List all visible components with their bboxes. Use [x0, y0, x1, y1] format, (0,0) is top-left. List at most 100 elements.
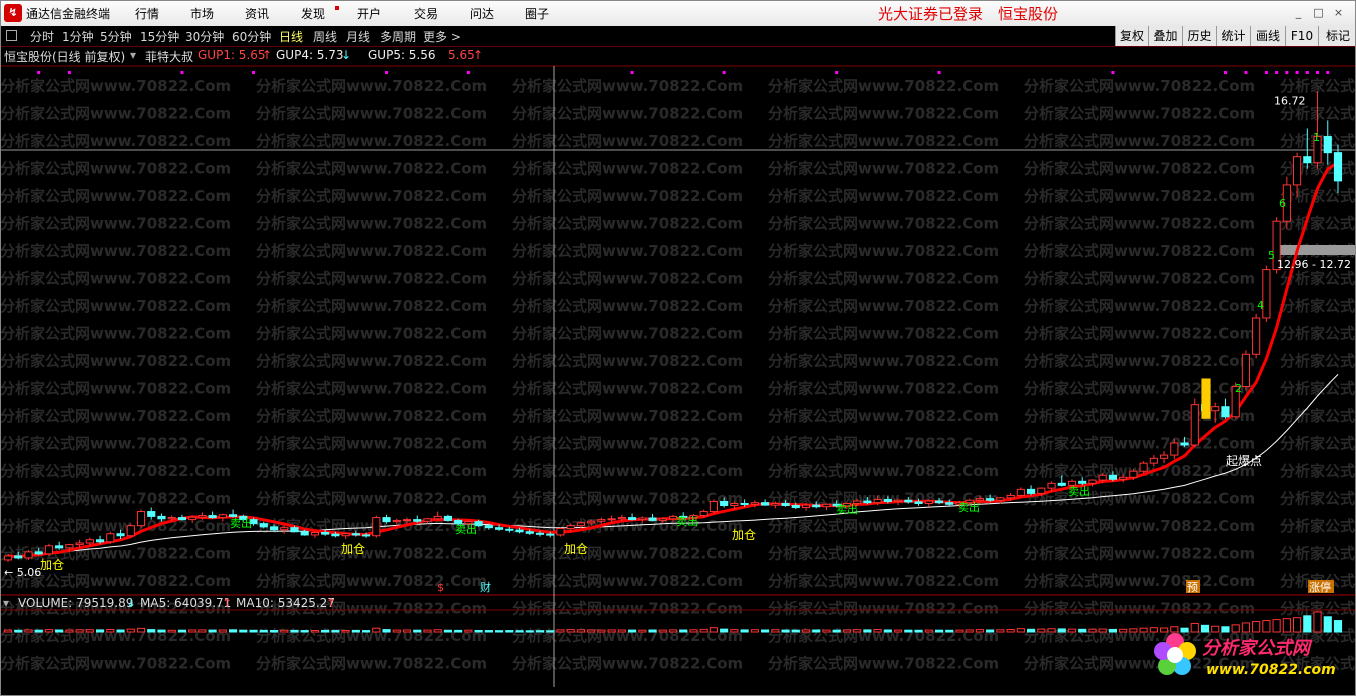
watermark-text: 分析家公式网www.70822.Com [768, 132, 999, 150]
candle-body [1016, 488, 1025, 496]
tool-f10[interactable]: F10 [1285, 26, 1318, 46]
period-60min[interactable]: 60分钟 [232, 28, 271, 45]
watermark-text: 分析家公式网www.70822.Com [768, 160, 999, 178]
count-digit: 1 [1313, 131, 1320, 144]
minimize-icon[interactable]: _ [1292, 6, 1305, 19]
menu-jiaoyi[interactable]: 交易 [414, 5, 438, 22]
indicator-name[interactable]: 菲特大叔 [145, 48, 193, 65]
candle-body [617, 517, 626, 520]
candle-body [423, 518, 432, 522]
volume-bar [34, 629, 43, 633]
candle-body [198, 515, 207, 518]
watermark-text: 分析家公式网www.70822.Com [0, 77, 231, 95]
tool-diejia[interactable]: 叠加 [1148, 26, 1182, 46]
watermark-text: 分析家公式网www.70822.Com [1280, 490, 1356, 508]
candle-body [873, 498, 882, 504]
period-fenshi[interactable]: 分时 [30, 28, 54, 45]
watermark-text: 分析家公式网www.70822.Com [1024, 242, 1255, 260]
candle-body [1129, 470, 1138, 478]
volume-bar [750, 629, 759, 633]
signal-dot [1244, 71, 1248, 74]
candle-body [750, 502, 759, 505]
candle-body [638, 517, 647, 521]
menu-quanzi[interactable]: 圈子 [525, 5, 549, 22]
candle-body [1037, 487, 1046, 494]
candle-body [341, 533, 350, 537]
period-monthly[interactable]: 月线 [346, 28, 370, 45]
watermark-text: 分析家公式网www.70822.Com [1024, 325, 1255, 343]
watermark-text: 分析家公式网www.70822.Com [0, 187, 231, 205]
volume-bar [996, 629, 1005, 633]
volume-bar [822, 629, 831, 633]
volume-bar [535, 630, 545, 633]
tool-lishi[interactable]: 历史 [1182, 26, 1216, 46]
period-daily[interactable]: 日线 [279, 28, 303, 45]
volume-bar [566, 629, 575, 633]
watermark-text: 分析家公式网www.70822.Com [1280, 215, 1356, 233]
volume-dropdown-icon[interactable]: ▾ [3, 596, 9, 610]
count-digit: 4 [1257, 299, 1264, 312]
tool-tongji[interactable]: 统计 [1216, 26, 1250, 46]
stock-name[interactable]: 恒宝股份(日线 前复权) [4, 48, 125, 65]
period-weekly[interactable]: 周线 [313, 28, 337, 45]
candle-body [730, 502, 739, 506]
volume-bar [1078, 628, 1087, 633]
watermark-text: 分析家公式网www.70822.Com [512, 297, 743, 315]
volume-bar [65, 629, 74, 633]
menu-faxian[interactable]: 发现 [301, 5, 325, 22]
watermark-text: 分析家公式网www.70822.Com [0, 132, 231, 150]
volume-bar [116, 629, 125, 633]
watermark-text: 分析家公式网www.70822.Com [768, 325, 999, 343]
candle-body [372, 517, 381, 537]
period-1min[interactable]: 1分钟 [62, 28, 94, 45]
watermark-text: 分析家公式网www.70822.Com [512, 435, 743, 453]
volume-bar [55, 629, 64, 633]
period-5min[interactable]: 5分钟 [100, 28, 132, 45]
count-digit: 6 [1279, 197, 1286, 210]
volume-bar [546, 630, 555, 633]
candle-body [300, 531, 309, 536]
tool-fuquan[interactable]: 复权 [1115, 26, 1148, 46]
low-price-label: ← 5.06 [4, 566, 41, 579]
period-30min[interactable]: 30分钟 [185, 28, 224, 45]
volume-bar [607, 629, 616, 633]
volume-bar [1098, 628, 1107, 633]
watermark-logo-text: 分析家公式网 [1202, 638, 1310, 659]
menu-hangqing[interactable]: 行情 [135, 5, 159, 22]
volume-bar [1006, 629, 1015, 633]
period-multi[interactable]: 多周期 [380, 28, 416, 45]
gup1-arrow-up-icon: ↑ [262, 48, 273, 62]
volume-bar [699, 628, 708, 633]
watermark-text: 分析家公式网www.70822.Com [1280, 462, 1356, 480]
panel-toggle-icon[interactable] [6, 30, 17, 41]
menu-zixun[interactable]: 资讯 [245, 5, 269, 22]
gup5-value: GUP5: 5.56 [368, 48, 436, 62]
volume-arrow-down-icon: ↓ [126, 596, 137, 610]
volume-bar [1088, 628, 1097, 633]
kline-chart[interactable]: 分析家公式网www.70822.Com 分析家公式网www.70822.Com 分析… [0, 47, 1356, 687]
volume-bar [760, 629, 770, 633]
volume-bar [689, 629, 698, 633]
watermark-text: 分析家公式网www.70822.Com [0, 380, 231, 398]
volume-bar [679, 629, 688, 633]
volume-bar [239, 629, 248, 633]
menu-kaihu[interactable]: 开户 [357, 5, 381, 22]
maximize-icon[interactable]: □ [1312, 6, 1325, 19]
candle-body [822, 503, 831, 508]
tool-biaoji[interactable]: 标记 [1318, 26, 1356, 46]
period-more[interactable]: 更多 > [423, 28, 461, 45]
candle-body [1303, 156, 1312, 164]
watermark-text: 分析家公式网www.70822.Com [256, 160, 487, 178]
watermark-text: 分析家公式网www.70822.Com [256, 242, 487, 260]
tool-huaxian[interactable]: 画线 [1250, 26, 1285, 46]
menu-shichang[interactable]: 市场 [190, 5, 214, 22]
menu-wenda[interactable]: 问达 [470, 5, 494, 22]
watermark-text: 分析家公式网www.70822.Com [512, 105, 743, 123]
settings-dropdown-icon[interactable]: ▾ [130, 48, 136, 62]
period-15min[interactable]: 15分钟 [140, 28, 179, 45]
volume-bar [873, 629, 882, 633]
watermark-text: 分析家公式网www.70822.Com [512, 407, 743, 425]
volume-bar [24, 629, 33, 633]
watermark-layer: 分析家公式网www.70822.Com 分析家公式网www.70822.Com 分析… [0, 77, 1356, 673]
close-icon[interactable]: × [1332, 6, 1345, 19]
